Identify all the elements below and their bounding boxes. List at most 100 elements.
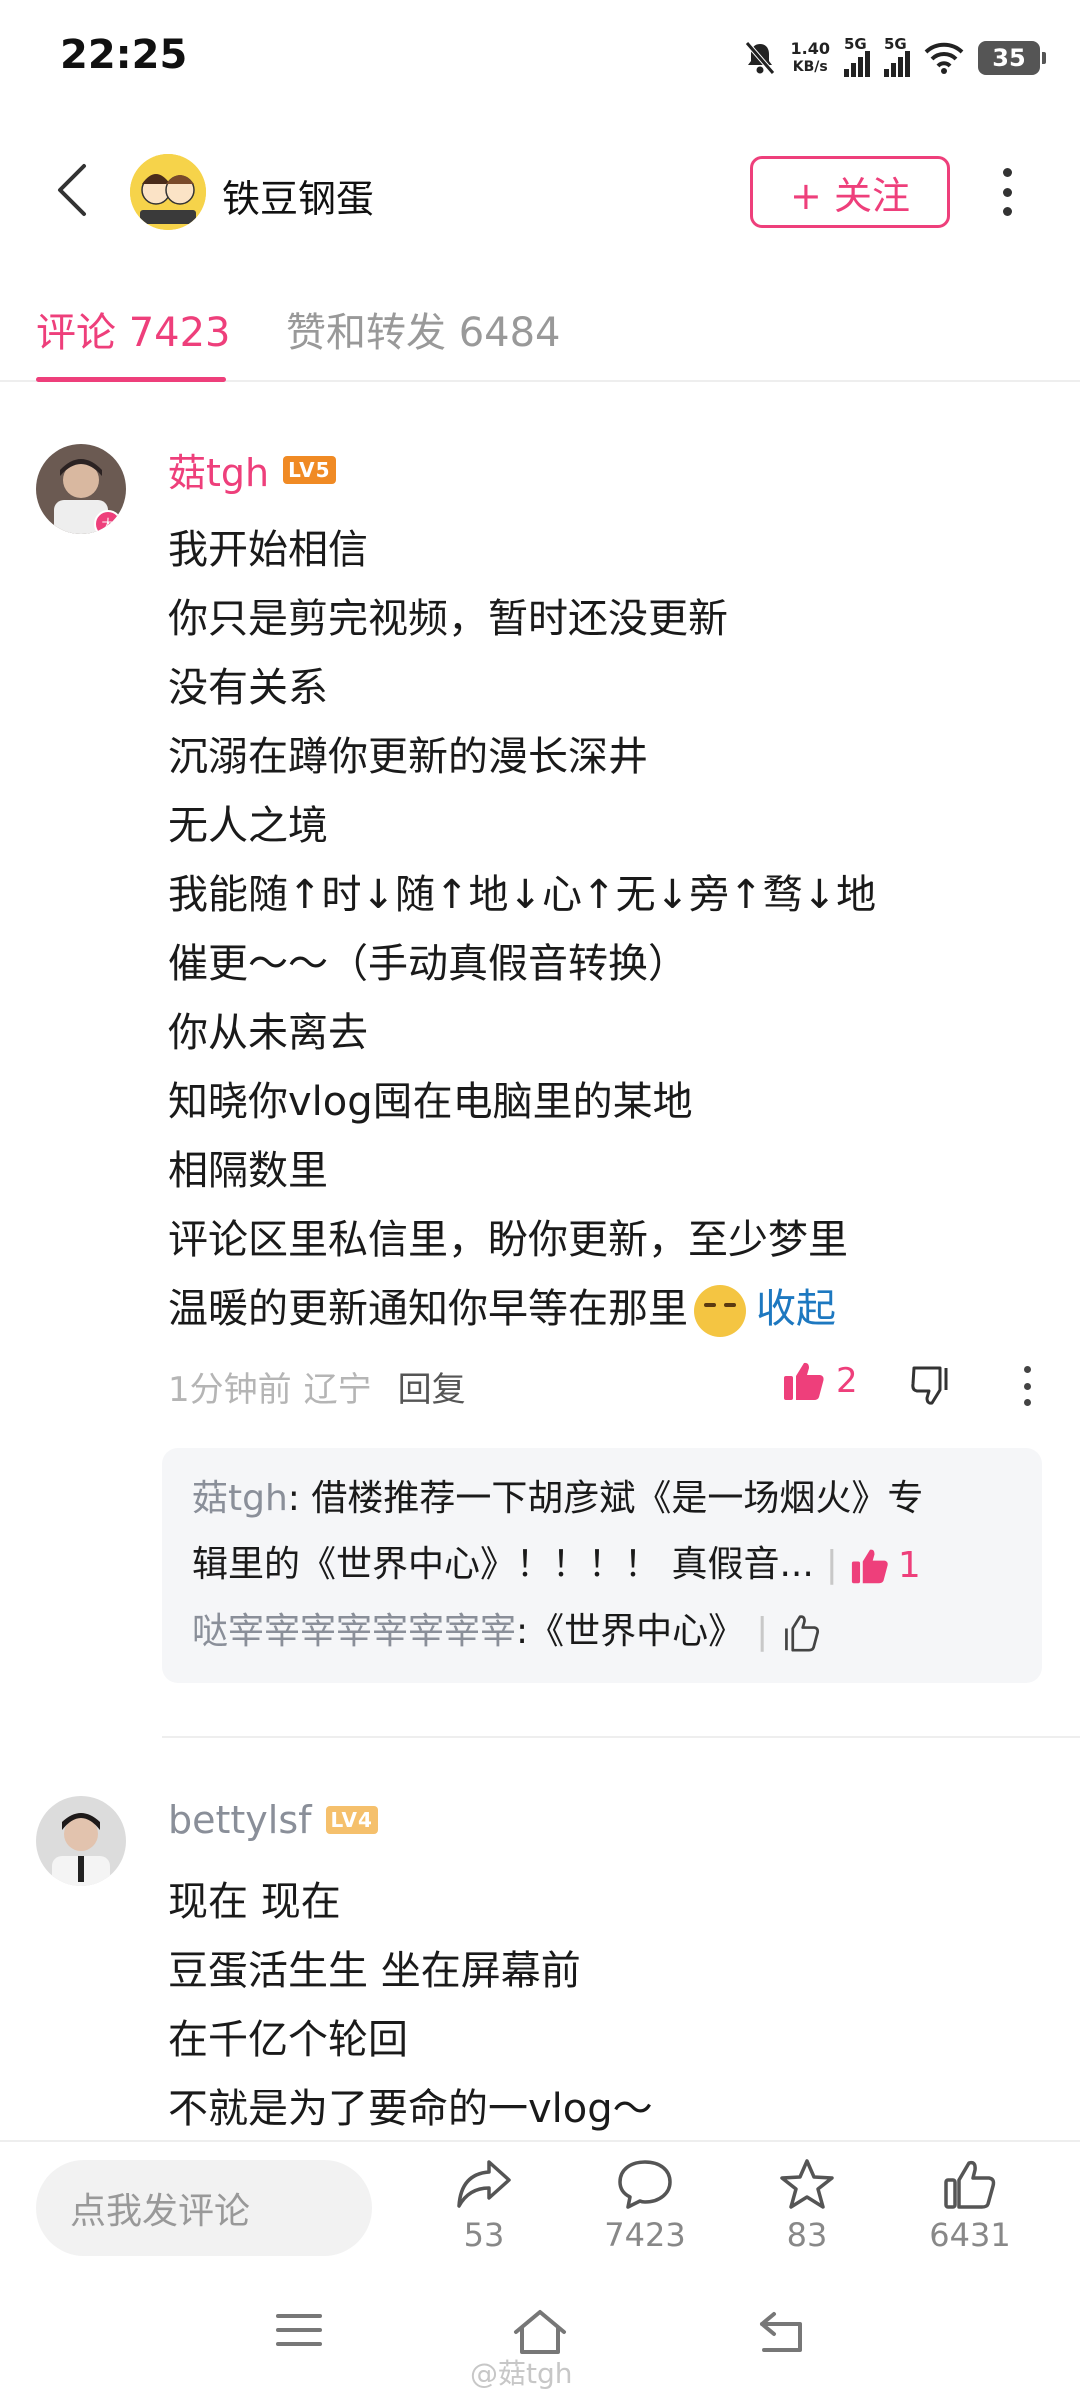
like-button[interactable]: 2: [782, 1360, 858, 1402]
avatar-illustration: [130, 154, 206, 230]
reply-like-button[interactable]: [780, 1614, 820, 1652]
back-nav-icon[interactable]: [754, 2308, 810, 2356]
thumbs-up-outline-icon: [944, 2160, 996, 2209]
comment-input[interactable]: 点我发评论: [36, 2160, 372, 2256]
level-badge: LV4: [325, 1806, 378, 1834]
network-speed-unit: KB/s: [792, 59, 828, 75]
status-icons: 1.40 KB/s 5G 5G 35: [743, 34, 1046, 82]
tab-bar: 评论 7423 赞和转发 6484: [0, 290, 1080, 382]
status-bar: 22:25 1.40 KB/s 5G 5G 35: [0, 0, 1080, 120]
comment-location: 辽宁: [303, 1370, 372, 1410]
collapse-link[interactable]: 收起: [756, 1286, 836, 1332]
star-icon: [780, 2159, 834, 2209]
network-speed-value: 1.40: [790, 39, 830, 58]
reply-text: :《世界中心》: [516, 1611, 745, 1652]
reply-item: 哒宰宰宰宰宰宰宰宰:《世界中心》 |: [192, 1599, 1012, 1665]
comment-username[interactable]: bettylsf LV4: [168, 1798, 378, 1842]
like-post-count: 6431: [929, 2216, 1011, 2254]
top-bar: 铁豆钢蛋 + 关注: [0, 140, 1080, 240]
reply-username[interactable]: 菇tgh: [192, 1478, 288, 1519]
comment-line: 相隔数里: [168, 1148, 328, 1194]
comment-line: 温暖的更新通知你早等在那里: [168, 1286, 688, 1332]
signal-1-icon: 5G: [844, 35, 870, 77]
avatar-photo: [36, 1796, 126, 1886]
share-count: 53: [463, 2216, 505, 2254]
thumbs-up-icon: [851, 1549, 888, 1584]
home-icon[interactable]: [510, 2308, 570, 2356]
page-avatar[interactable]: [130, 154, 206, 230]
favorite-button[interactable]: 83: [737, 2158, 877, 2254]
back-button[interactable]: [48, 160, 98, 220]
dot-icon: [1024, 1366, 1031, 1373]
comment-bubble-icon: [618, 2160, 672, 2209]
more-options-button[interactable]: [992, 162, 1022, 222]
signal-2-icon: 5G: [884, 35, 910, 77]
divider: [162, 1736, 1080, 1738]
username-text: bettylsf: [168, 1798, 312, 1842]
replies-box[interactable]: 菇tgh: 借楼推荐一下胡彦斌《是一场烟火》专 辑里的《世界中心》！！！！ 真假…: [162, 1448, 1042, 1683]
thumbs-up-icon: [784, 1362, 824, 1400]
dot-icon: [1024, 1399, 1031, 1406]
separator: |: [756, 1611, 769, 1652]
comment-username[interactable]: 菇tgh LV5: [168, 442, 336, 497]
reply-like-count: 1: [897, 1545, 921, 1586]
battery-icon: 35: [978, 41, 1046, 75]
comment-line: 评论区里私信里，盼你更新，至少梦里: [168, 1217, 848, 1263]
comment-line: 我开始相信: [168, 527, 368, 573]
comment-line: 不就是为了要命的一vlog～: [168, 2086, 653, 2132]
comment-avatar[interactable]: 大: [36, 444, 126, 534]
level-badge: LV5: [283, 455, 336, 484]
tab-comments[interactable]: 评论 7423: [36, 300, 231, 358]
active-tab-indicator: [36, 377, 226, 382]
dot-icon: [1024, 1382, 1031, 1390]
comment-line: 无人之境: [168, 803, 328, 849]
reply-like-button[interactable]: 1: [850, 1533, 921, 1599]
comment-count: 7423: [604, 2216, 686, 2254]
like-count: 2: [836, 1361, 858, 1401]
comment-line: 催更～～（手动真假音转换）: [168, 941, 688, 987]
comment-text: 我开始相信 你只是剪完视频，暂时还没更新 没有关系 沉溺在蹲你更新的漫长深井 无…: [168, 516, 876, 1344]
thumbs-down-icon[interactable]: [910, 1364, 954, 1406]
comment-line: 我能随↑时↓随↑地↓心↑无↓旁↑骛↓地: [168, 872, 877, 918]
comment-line: 你从未离去: [168, 1010, 368, 1056]
comment-line: 你只是剪完视频，暂时还没更新: [168, 596, 728, 642]
comment-line: 沉溺在蹲你更新的漫长深井: [168, 734, 648, 780]
reply-item-continued: 辑里的《世界中心》！！！！ 真假音... | 1: [192, 1532, 1012, 1599]
comment-button[interactable]: 7423: [575, 2158, 715, 2254]
page-title: 铁豆钢蛋: [222, 177, 375, 221]
comment-last-line: 温暖的更新通知你早等在那里 收起: [168, 1275, 876, 1344]
dot-icon: [1002, 207, 1012, 216]
smirk-emoji-icon: [694, 1285, 746, 1337]
comment-line: 知晓你vlog囤在电脑里的某地: [168, 1079, 693, 1125]
comment-time: 1分钟前: [168, 1370, 292, 1410]
share-icon: [457, 2160, 511, 2208]
comment-line: 没有关系: [168, 665, 328, 711]
comment-line: 现在 现在: [168, 1879, 341, 1925]
signal-1-label: 5G: [844, 35, 867, 53]
comment-meta: 1分钟前 辽宁 回复: [168, 1362, 466, 1411]
reply-text: : 借楼推荐一下胡彦斌《是一场烟火》专: [287, 1478, 924, 1519]
svg-text:大: 大: [101, 518, 114, 533]
dot-icon: [1002, 168, 1012, 177]
follow-button[interactable]: + 关注: [750, 156, 950, 228]
username-text: 菇tgh: [168, 451, 270, 495]
wifi-icon: [924, 42, 964, 74]
comment-avatar[interactable]: [36, 1796, 126, 1886]
tab-likes-reposts[interactable]: 赞和转发 6484: [286, 300, 561, 358]
comment-text: 现在 现在 豆蛋活生生 坐在屏幕前 在千亿个轮回 不就是为了要命的一vlog～: [168, 1868, 653, 2144]
reply-username[interactable]: 哒宰宰宰宰宰宰宰宰: [192, 1611, 516, 1652]
mute-bell-icon: [744, 41, 775, 75]
bottom-action-bar: 点我发评论 53 7423 83 6431: [0, 2140, 1080, 2280]
thumbs-up-outline-icon: [785, 1615, 820, 1652]
reply-button[interactable]: 回复: [398, 1362, 466, 1411]
like-post-button[interactable]: 6431: [900, 2158, 1040, 2254]
watermark-text: @菇tgh: [470, 2357, 573, 2390]
menu-icon[interactable]: [274, 2308, 324, 2352]
favorite-count: 83: [786, 2216, 828, 2254]
status-time: 22:25: [60, 32, 188, 78]
dot-icon: [1002, 187, 1012, 197]
share-button[interactable]: 53: [414, 2158, 554, 2254]
comment-line: 在千亿个轮回: [168, 2017, 408, 2063]
reply-text: 辑里的《世界中心》！！！！ 真假音...: [192, 1544, 814, 1585]
comment-more-button[interactable]: [1024, 1366, 1034, 1406]
